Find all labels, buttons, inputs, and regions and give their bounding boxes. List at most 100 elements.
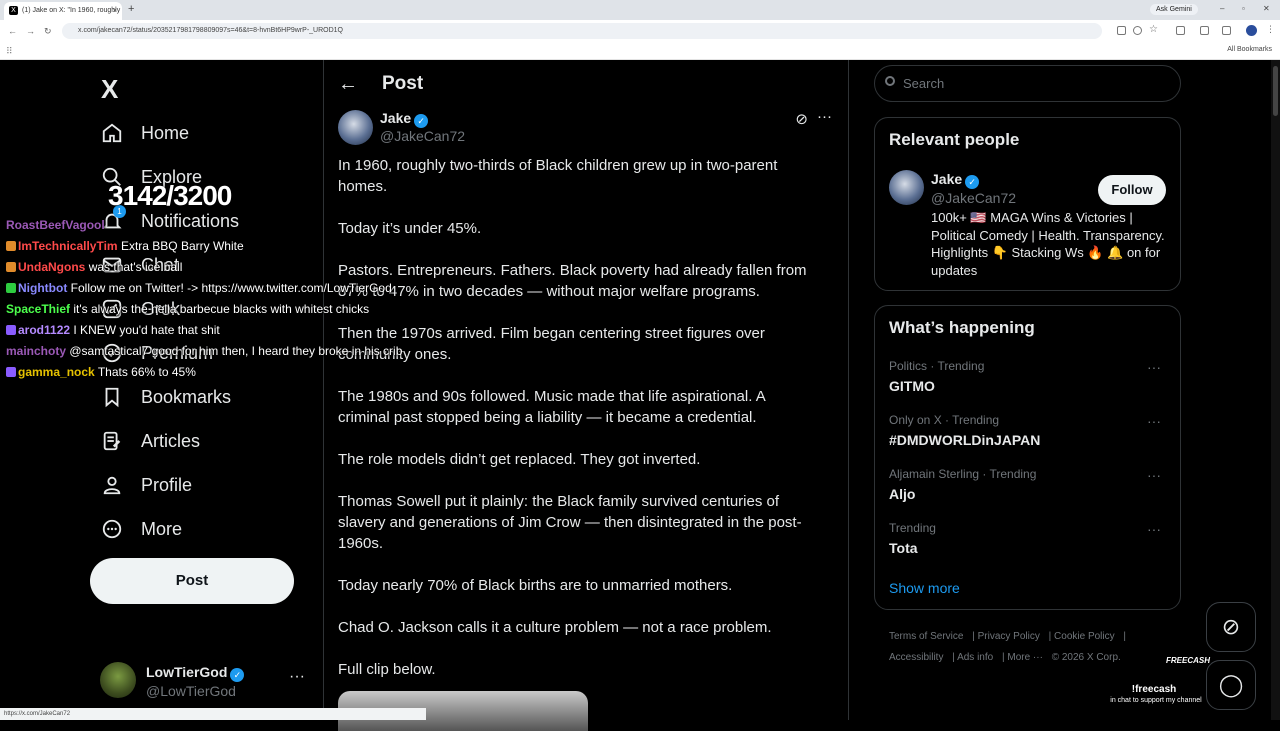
relevant-people-panel: Relevant people Jake ✓ @JakeCan72 Follow … <box>874 117 1181 291</box>
post-paragraph: The role models didn’t get replaced. The… <box>338 451 701 468</box>
grok-explain-icon[interactable]: ⊘ <box>795 110 808 128</box>
author-name[interactable]: Jake ✓ <box>380 110 429 128</box>
footer-link[interactable]: Cookie Policy <box>1054 631 1115 642</box>
trend-more-icon[interactable]: ··· <box>1147 413 1161 429</box>
chat-username: ImTechnicallyTim <box>18 239 118 253</box>
column-divider <box>848 60 849 720</box>
trend-more-icon[interactable]: ··· <box>1147 521 1161 537</box>
follow-button[interactable]: Follow <box>1098 175 1166 205</box>
trend-context: Only on X · Trending <box>889 413 1000 427</box>
nav-bookmarks[interactable]: Bookmarks <box>100 382 231 412</box>
back-arrow-icon[interactable]: ← <box>338 73 358 96</box>
bookmark-star-icon[interactable]: ☆ <box>1149 24 1158 35</box>
nav-more-label: More <box>141 518 183 539</box>
footer-link[interactable]: Privacy Policy <box>978 631 1040 642</box>
trend-context: Politics · Trending <box>889 359 985 373</box>
footer-link[interactable]: Ads info <box>957 652 993 663</box>
post-paragraph: Pastors. Entrepreneurs. Fathers. Black p… <box>338 262 807 300</box>
avatar <box>889 170 924 205</box>
stream-chat-overlay: RoastBeefVagool ImTechnicallyTim Extra B… <box>6 217 406 385</box>
trend-context: Aljamain Sterling · Trending <box>889 467 1037 481</box>
browser-tab[interactable]: X (1) Jake on X: "In 1960, roughly × <box>4 2 122 20</box>
cast-icon[interactable] <box>1117 26 1126 35</box>
author-avatar[interactable] <box>338 110 373 145</box>
url-field[interactable]: x.com/jakecan72/status/20352179817988090… <box>62 23 1102 39</box>
browser-menu-icon[interactable]: ⋮ <box>1266 24 1275 35</box>
badge-icon <box>6 283 16 293</box>
show-more-link[interactable]: Show more <box>889 580 960 596</box>
trend-title: GITMO <box>889 378 935 394</box>
x-app: X Home Explore 1 Notifications Chat Grok <box>0 60 1280 731</box>
scrollbar[interactable] <box>1271 60 1280 720</box>
chat-text: I KNEW you'd hate that shit <box>73 323 220 337</box>
search-input[interactable]: Search <box>874 65 1181 102</box>
maximize-icon[interactable]: ▫ <box>1242 4 1245 13</box>
search-icon <box>885 76 895 86</box>
trend-item[interactable]: Only on X · Trending #DMDWORLDinJAPAN ··… <box>889 413 1169 448</box>
x-logo-icon[interactable]: X <box>101 74 118 105</box>
account-switcher[interactable]: LowTierGod ✓ @LowTierGod ··· <box>100 662 315 702</box>
bookmark-icon <box>100 385 124 409</box>
badge-icon <box>6 325 16 335</box>
trend-more-icon[interactable]: ··· <box>1147 467 1161 483</box>
grok-fab-icon[interactable]: ⊘ <box>1206 602 1256 652</box>
author-handle[interactable]: @JakeCan72 <box>380 128 465 144</box>
browser-tab-bar: X (1) Jake on X: "In 1960, roughly × + A… <box>0 0 1280 20</box>
nav-articles[interactable]: Articles <box>100 426 200 456</box>
nav-more[interactable]: More <box>100 514 182 544</box>
chat-username: SpaceThief <box>6 302 71 316</box>
messages-fab-icon[interactable]: ◯ <box>1206 660 1256 710</box>
verified-badge-icon: ✓ <box>230 668 245 682</box>
new-tab-button[interactable]: + <box>128 3 134 15</box>
badge-icon <box>6 367 16 377</box>
account-name: LowTierGod ✓ <box>146 664 245 682</box>
sidepanel-icon[interactable] <box>1222 26 1231 35</box>
footer-link[interactable]: More ··· <box>1007 652 1043 663</box>
footer-link[interactable]: Accessibility <box>889 652 943 663</box>
relevant-people-title: Relevant people <box>889 130 1020 149</box>
browser-profile-avatar[interactable] <box>1246 25 1257 36</box>
nav-home-label: Home <box>141 122 190 143</box>
all-bookmarks-link[interactable]: All Bookmarks <box>1227 46 1272 53</box>
window-close-icon[interactable]: ✕ <box>1263 4 1270 13</box>
freecash-command: !freecash <box>1131 684 1177 695</box>
chat-username: arod1122 <box>18 323 71 337</box>
back-nav-icon[interactable]: ← <box>8 26 17 36</box>
trend-more-icon[interactable]: ··· <box>1147 359 1161 375</box>
trend-item[interactable]: Trending Tota ··· <box>889 521 1169 556</box>
apps-grid-icon[interactable]: ⠿ <box>6 46 13 57</box>
nav-home[interactable]: Home <box>100 118 189 148</box>
nav-profile[interactable]: Profile <box>100 470 192 500</box>
account-more-icon[interactable]: ··· <box>289 668 305 686</box>
extensions-icon[interactable] <box>1176 26 1185 35</box>
address-bar-row: ← → ↻ x.com/jakecan72/status/20352179817… <box>0 20 1280 42</box>
footer-link[interactable]: Terms of Service <box>889 631 963 642</box>
tab-close-icon[interactable]: × <box>112 6 117 15</box>
person-icon <box>100 473 124 497</box>
zoom-icon[interactable] <box>1133 26 1142 35</box>
search-placeholder: Search <box>903 76 945 91</box>
post-button[interactable]: Post <box>90 558 294 604</box>
post-more-icon[interactable]: ··· <box>817 108 832 125</box>
subscriber-counter: 3142/3200 <box>108 180 232 211</box>
person-bio: 100k+ 🇺🇸 MAGA Wins & Victories | Politic… <box>931 210 1165 278</box>
scrollbar-thumb[interactable] <box>1273 66 1278 116</box>
trend-item[interactable]: Aljamain Sterling · Trending Aljo ··· <box>889 467 1169 502</box>
chat-username: mainchoty <box>6 344 67 358</box>
bookmarks-bar: ⠿ All Bookmarks <box>0 42 1280 60</box>
ask-gemini-button[interactable]: Ask Gemini <box>1150 4 1198 15</box>
trend-item[interactable]: Politics · Trending GITMO ··· <box>889 359 1169 394</box>
forward-nav-icon[interactable]: → <box>26 26 35 36</box>
verified-badge-icon: ✓ <box>965 175 980 189</box>
trend-title: #DMDWORLDinJAPAN <box>889 432 1041 448</box>
chat-text: it's always the hella barbecue blacks wi… <box>73 302 370 316</box>
chat-text: Follow me on Twitter! -> https://www.twi… <box>70 281 392 295</box>
downloads-icon[interactable] <box>1200 26 1209 35</box>
freecash-tagline: in chat to support my channel <box>1110 697 1202 704</box>
post-header: ← Post <box>338 70 423 98</box>
page-title: Post <box>382 73 424 94</box>
chat-text: Thats 66% to 45% <box>97 365 196 379</box>
trend-title: Aljo <box>889 486 916 502</box>
reload-icon[interactable]: ↻ <box>44 26 52 37</box>
minimize-icon[interactable]: – <box>1220 4 1224 13</box>
